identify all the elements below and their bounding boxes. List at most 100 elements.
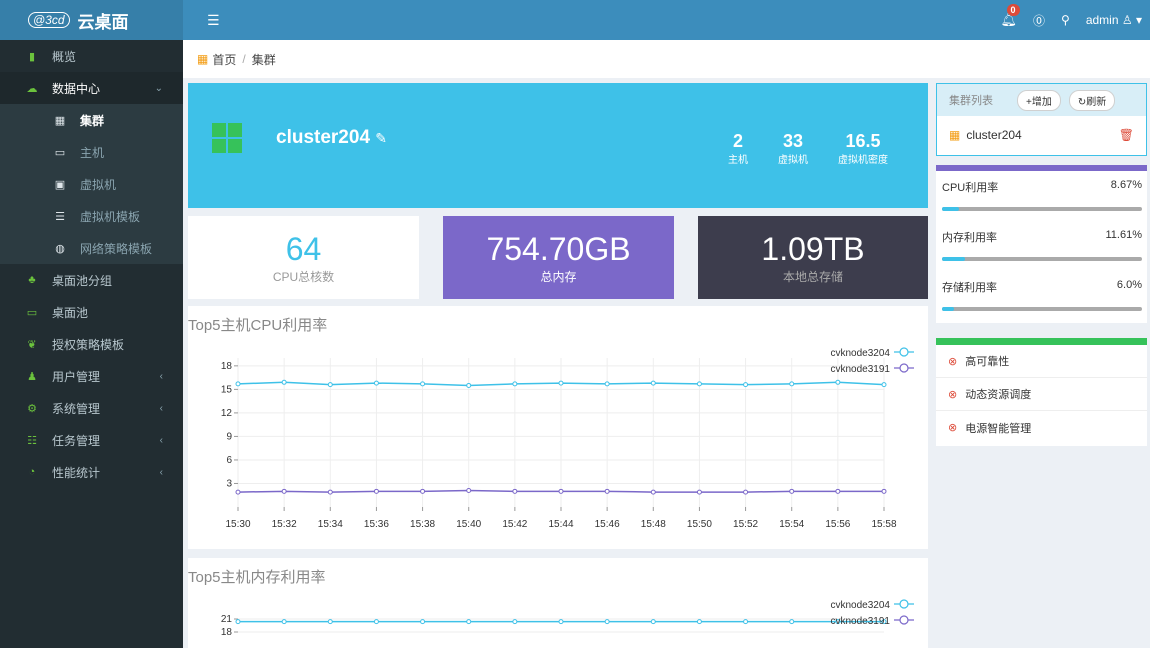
sidebar-item-system[interactable]: ⚙ 系统管理 ‹ (0, 392, 183, 424)
data-point (558, 380, 564, 386)
card-value: 64 (285, 231, 322, 267)
x-tick-label: 15:54 (779, 519, 804, 530)
list-icon: ☰ (55, 210, 65, 223)
data-point (743, 382, 749, 388)
sidebar-item-desktop-pool-group[interactable]: ♣ 桌面池分组 (0, 264, 183, 296)
sidebar-item-label: 授权策略模板 (52, 337, 125, 352)
globe-icon: ◍ (55, 242, 65, 255)
cluster-grid-icon: ▦ (949, 128, 961, 142)
sidebar-item-vm-template[interactable]: ☰ 虚拟机模板 (0, 200, 183, 232)
sidebar-item-users[interactable]: ♟ 用户管理 ‹ (0, 360, 183, 392)
x-tick-label: 15:40 (456, 519, 481, 530)
data-point (512, 619, 518, 625)
sidebar-item-label: 集群 (80, 113, 105, 128)
features-box: ⊗ 高可靠性 ⊗ 动态资源调度 ⊗ 电源智能管理 (936, 338, 1147, 446)
app-logo[interactable]: @3cd 云桌面 (0, 0, 183, 40)
data-point (743, 489, 749, 495)
edit-icon[interactable]: ✎ (375, 130, 387, 146)
sidebar-item-network-policy[interactable]: ◍ 网络策略模板 (0, 232, 183, 264)
data-point (696, 381, 702, 387)
sidebar-item-label: 桌面池 (52, 305, 89, 320)
y-tick-label: 12 (221, 408, 233, 419)
metric-value: 8.67% (1110, 179, 1142, 191)
card-value: 754.70GB (486, 231, 631, 267)
feature-power: ⊗ 电源智能管理 (936, 411, 1147, 444)
laptop-icon: ▭ (26, 306, 38, 319)
disabled-x-icon: ⊗ (948, 422, 958, 434)
sidebar-item-host[interactable]: ▭ 主机 (0, 136, 183, 168)
y-tick-label: 15 (221, 384, 233, 395)
bar-chart-icon: ▮ (28, 50, 36, 63)
cpu-chart: 15:30 15:32 15:34 15:36 15:38 15:40 15:42 15:44… (221, 347, 914, 530)
data-point (743, 619, 749, 625)
data-point (835, 488, 841, 494)
x-tick-label: 15:42 (502, 519, 527, 530)
y-tick-label: 9 (226, 431, 232, 442)
data-point (235, 381, 241, 387)
data-point (604, 488, 610, 494)
help-icon[interactable]: ⓪ (1033, 12, 1045, 29)
legend-label: cvknode3191 (831, 364, 891, 375)
x-tick-label: 15:34 (318, 519, 343, 530)
sidebar-item-datacenter[interactable]: ☁ 数据中心 ⌄ (0, 72, 183, 104)
stat-label: 虚拟机密度 (838, 155, 888, 166)
data-point (558, 488, 564, 494)
cpu-chart-panel: Top5主机CPU利用率 15:30 15:32 15:34 15:36 15:38 15… (188, 306, 928, 549)
cluster-tiles-icon (212, 123, 242, 153)
header-right: 🔔︎ 0 ⓪ ⚲ admin ♙ ▾ (1001, 0, 1142, 40)
chevron-down-icon: ⌄ (154, 82, 163, 94)
data-point (604, 381, 610, 387)
top-header: ☰ 🔔︎ 0 ⓪ ⚲ admin ♙ ▾ (183, 0, 1150, 40)
x-tick-label: 15:38 (410, 519, 435, 530)
user-name: admin (1085, 13, 1119, 27)
metric-memory: 内存利用率 11.61% (942, 229, 1142, 261)
data-point (281, 488, 287, 494)
breadcrumb: ▦ 首页 / 集群 (183, 40, 1150, 78)
sidebar-item-overview[interactable]: ▮ 概览 (0, 40, 183, 72)
sidebar-item-label: 性能统计 (52, 465, 101, 480)
feature-label: 动态资源调度 (965, 389, 1032, 401)
stat-value: 16.5 (845, 131, 881, 151)
menu-toggle-icon[interactable]: ☰ (207, 12, 220, 29)
cluster-list-item[interactable]: ▦ cluster204 🗑︎ (937, 116, 1146, 154)
link-icon[interactable]: ⚲ (1061, 13, 1070, 27)
sidebar-item-label: 数据中心 (52, 81, 101, 96)
bell-icon[interactable]: 🔔︎ 0 (1001, 4, 1020, 28)
add-cluster-button[interactable]: +增加 (1017, 89, 1061, 111)
sidebar-item-vm[interactable]: ▣ 虚拟机 (0, 168, 183, 200)
app-name: 云桌面 (77, 12, 129, 32)
data-point (327, 489, 333, 495)
sidebar-item-tasks[interactable]: ☷ 任务管理 ‹ (0, 424, 183, 456)
delete-icon[interactable]: 🗑︎ (1119, 128, 1134, 142)
metric-label: 内存利用率 (942, 232, 997, 244)
card-value: 1.09TB (761, 231, 865, 267)
user-menu[interactable]: admin ♙ ▾ (1086, 13, 1142, 27)
caret-down-icon: ▾ (1135, 13, 1142, 27)
alert-badge: 0 (1006, 4, 1020, 16)
vm-icon: ▣ (54, 178, 66, 191)
sidebar-item-desktop-pool[interactable]: ▭ 桌面池 (0, 296, 183, 328)
feature-label: 高可靠性 (965, 356, 1010, 368)
chevron-left-icon: ‹ (159, 370, 163, 382)
x-tick-label: 15:50 (687, 519, 712, 530)
legend-marker (899, 347, 909, 357)
stat-value: 2 (732, 131, 743, 151)
sidebar-item-auth-policy[interactable]: ❦ 授权策略模板 (0, 328, 183, 360)
sidebar-item-cluster[interactable]: ▦ 集群 (0, 104, 183, 136)
refresh-button[interactable]: ↻刷新 (1068, 89, 1116, 111)
x-tick-label: 15:32 (272, 519, 297, 530)
cubes-icon: ♣ (28, 274, 36, 286)
data-point (650, 380, 656, 386)
feature-ha: ⊗ 高可靠性 (936, 345, 1147, 378)
data-point (789, 619, 795, 625)
metric-bar-fill (942, 207, 960, 211)
breadcrumb-home[interactable]: 首页 (212, 51, 236, 68)
cluster-name: cluster204 (276, 127, 371, 148)
metric-label: 存储利用率 (942, 282, 997, 294)
sidebar-item-performance[interactable]: ◔ 性能统计 ‹ (0, 456, 183, 488)
cluster-title: cluster204 ✎ (276, 127, 387, 149)
metric-storage: 存储利用率 6.0% (942, 279, 1142, 311)
metric-bar-fill (942, 307, 954, 311)
metric-cpu: CPU利用率 8.67% (942, 179, 1142, 211)
x-tick-label: 15:52 (733, 519, 758, 530)
